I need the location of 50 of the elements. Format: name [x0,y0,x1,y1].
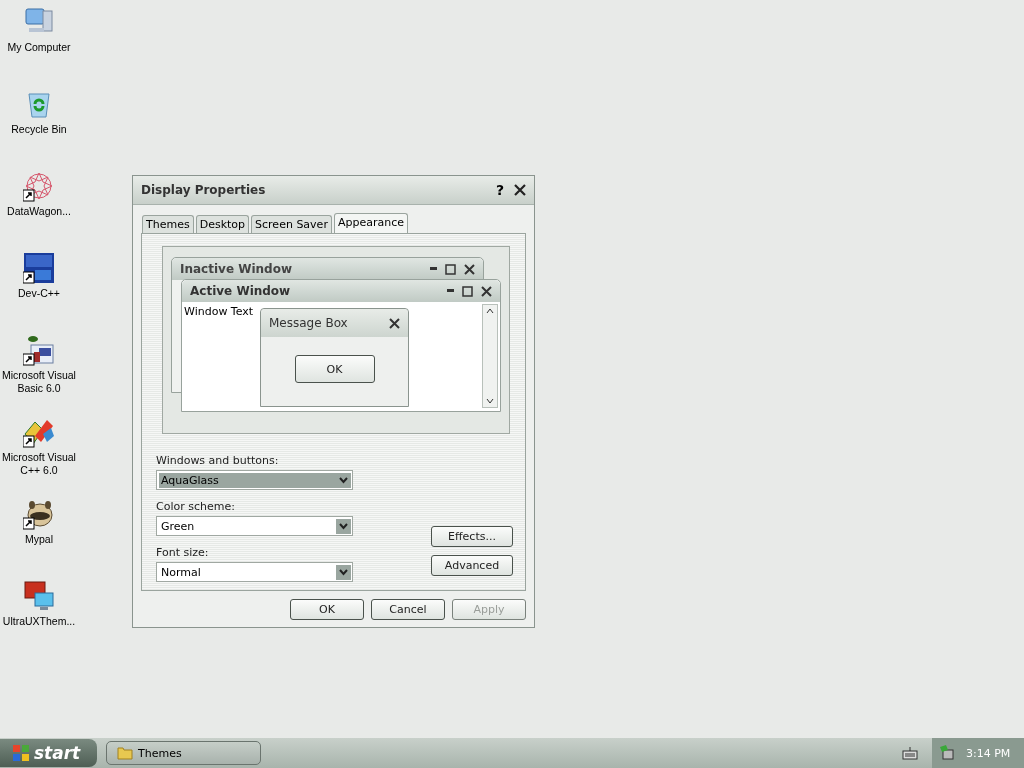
tab[interactable]: Desktop [195,215,250,233]
window-title: Display Properties [141,183,267,197]
dropdown-value: AquaGlass [159,472,336,488]
folder-icon [117,746,133,760]
window-title: Active Window [190,284,292,298]
keyboard-icon[interactable] [902,746,918,760]
dropdown[interactable]: AquaGlass [156,470,353,490]
dropdown[interactable]: Normal [156,562,353,582]
icon-label: Mypal [24,533,54,546]
icon-label: UltraUXThem... [1,615,77,628]
field-label: Color scheme: [156,500,236,513]
window-text: Window Text [184,305,254,318]
maximize-icon [445,263,456,275]
dialog-button[interactable]: Cancel [371,599,445,620]
flower-icon[interactable] [23,170,55,202]
dropdown[interactable]: Green [156,516,353,536]
window-title: Inactive Window [180,262,294,276]
windows-flag-icon [12,744,30,762]
icon-label: DataWagon... [6,205,72,218]
icon-label: Dev-C++ [17,287,61,300]
taskbar-button[interactable]: Themes [106,741,261,765]
start-button[interactable]: start [0,739,97,767]
dialog-button[interactable]: OK [290,599,364,620]
icon-label: Recycle Bin [10,123,68,136]
tab[interactable]: Screen Saver [251,215,332,233]
minimize-icon [430,266,437,270]
help-button[interactable]: ? [495,182,504,198]
close-icon[interactable] [514,184,526,196]
maximize-icon [462,285,473,297]
dropdown-value: Green [160,518,196,534]
scrollbar[interactable] [482,304,498,408]
icon-label: Microsoft Visual C++ 6.0 [1,451,77,477]
dialog-button[interactable]: Advanced [431,555,513,576]
field-label: Windows and buttons: [156,454,280,467]
monitors-icon[interactable] [23,580,55,612]
network-icon[interactable] [938,745,956,761]
dev-app-icon[interactable] [23,252,55,284]
close-icon [481,285,492,297]
dropdown-value: Normal [160,564,202,580]
message-box-title: Message Box [269,316,349,330]
minimize-icon [447,288,454,292]
tab[interactable]: Themes [142,215,194,233]
field-label: Font size: [156,546,210,559]
icon-label: My Computer [6,41,72,54]
tab[interactable]: Appearance [333,213,408,233]
ok-button[interactable]: OK [294,355,375,383]
close-icon [389,317,400,329]
close-icon [464,263,475,275]
dialog-button[interactable]: Effects... [431,526,513,547]
icon-label: Microsoft Visual Basic 6.0 [1,369,77,395]
